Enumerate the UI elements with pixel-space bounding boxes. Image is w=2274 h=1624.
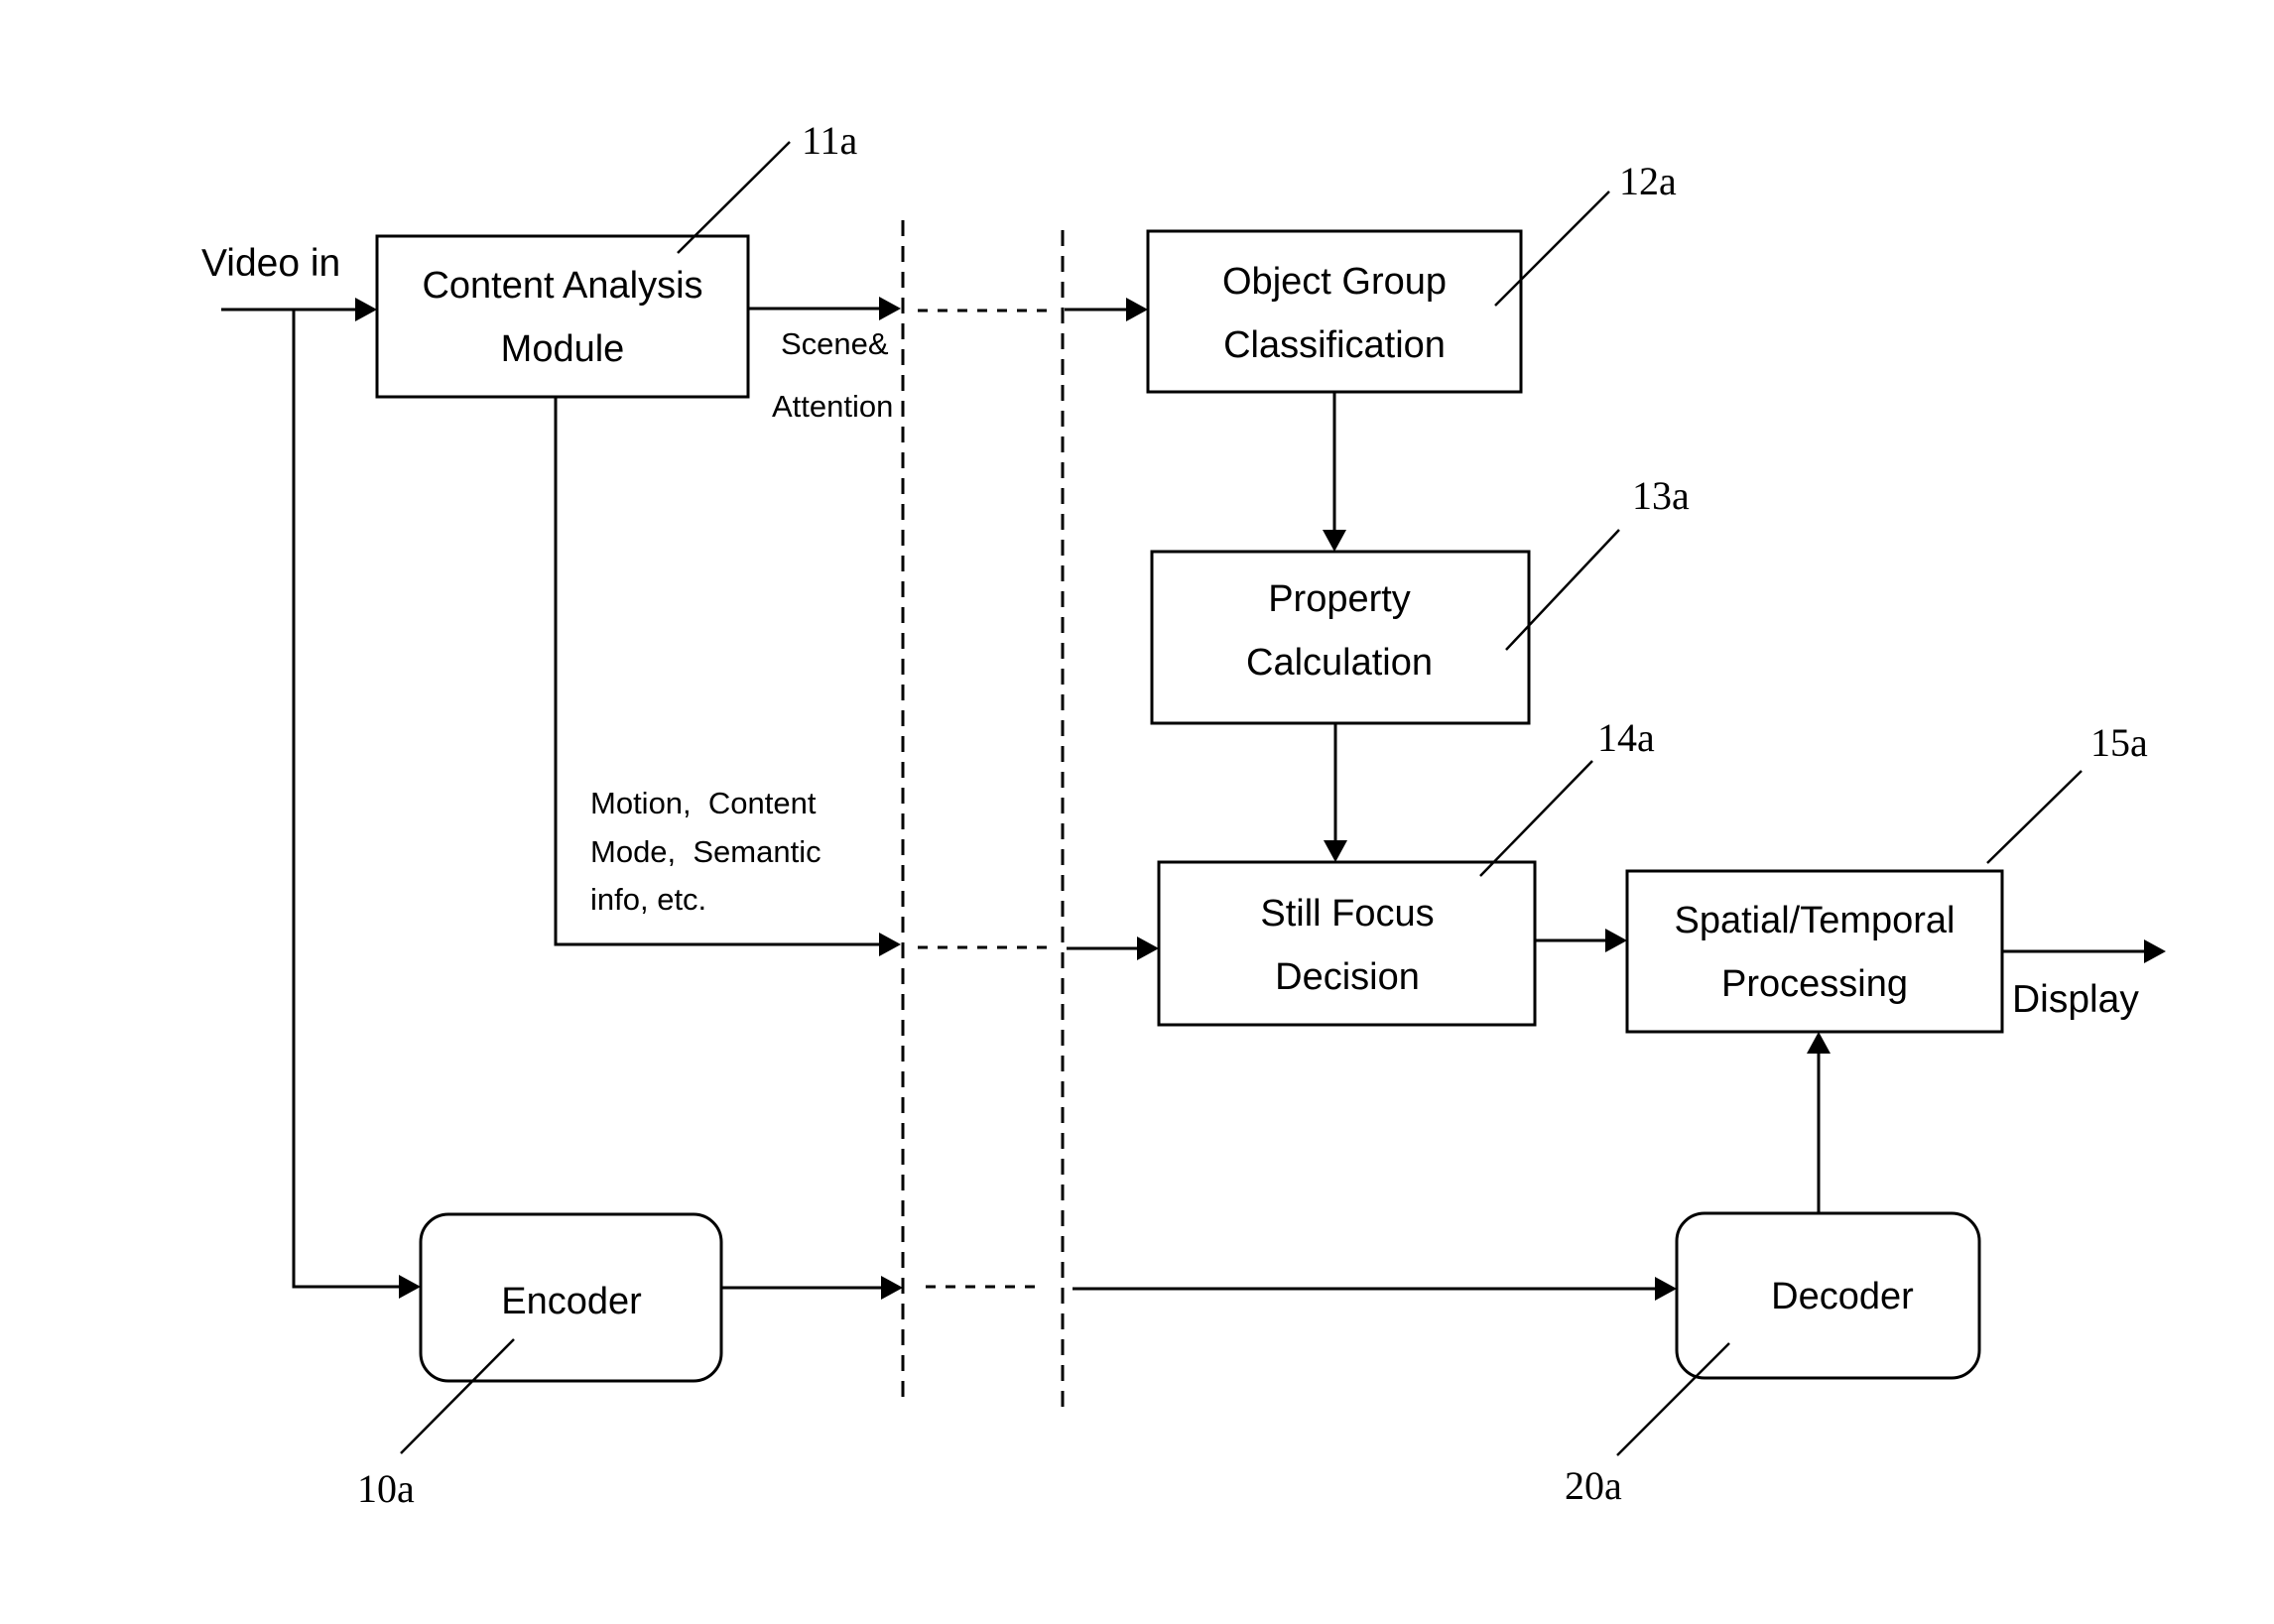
arrowhead-still-focus-top [1324, 840, 1347, 862]
block-still-focus-frame [1157, 860, 1537, 1027]
block-property-calc-line2: Calculation [1246, 642, 1433, 684]
video-in-label: Video in [201, 242, 340, 285]
edge-label-metadata-line2: Mode, Semantic [590, 834, 821, 869]
block-content-analysis-frame [375, 234, 750, 399]
block-encoder-label: Encoder [501, 1281, 642, 1322]
block-spatial-temporal: Spatial/Temporal Processing [1625, 869, 2004, 1034]
ref-label-12a: 12a [1619, 159, 1677, 203]
ref-label-20a: 20a [1565, 1463, 1622, 1508]
block-object-group-line2: Classification [1223, 324, 1446, 366]
arrowhead-decoder [1655, 1277, 1677, 1301]
block-content-analysis: Content Analysis Module [375, 234, 750, 399]
arrowhead-spatial-bottom [1807, 1032, 1831, 1054]
edge-label-attention: Attention [772, 389, 893, 424]
block-decoder-label: Decoder [1771, 1276, 1914, 1317]
block-encoder: Encoder [419, 1212, 723, 1383]
block-object-group-frame [1146, 229, 1523, 394]
edge-label-metadata-line3: info, etc. [590, 882, 706, 917]
ref-label-15a: 15a [2090, 720, 2148, 765]
arrowhead-scene-attention [879, 297, 901, 320]
ref-label-10a: 10a [357, 1466, 415, 1511]
block-spatial-temporal-line2: Processing [1721, 963, 1908, 1005]
ref-leader-15a [1986, 770, 2083, 864]
edge-label-scene: Scene& [781, 326, 889, 361]
block-diagram: Video in Content Analysis Module 11a Sce… [201, 118, 2166, 1511]
block-still-focus-line1: Still Focus [1260, 893, 1434, 935]
arrowhead-encoder-out [881, 1276, 903, 1300]
arrowhead-property [1323, 530, 1346, 552]
ref-leader-20a [1616, 1342, 1730, 1456]
block-content-analysis-line1: Content Analysis [422, 265, 702, 307]
block-decoder: Decoder [1675, 1211, 1981, 1380]
display-label: Display [2012, 978, 2139, 1021]
arrowhead-encoder [399, 1275, 421, 1299]
block-object-group: Object Group Classification [1146, 229, 1523, 394]
arrowhead-spatial-left [1605, 929, 1627, 952]
ref-label-14a: 14a [1597, 715, 1655, 760]
arrowhead-object-group [1126, 298, 1148, 321]
block-still-focus-line2: Decision [1275, 956, 1420, 998]
arrowhead-display [2144, 939, 2166, 963]
block-spatial-temporal-frame [1625, 869, 2004, 1034]
block-content-analysis-line2: Module [501, 328, 625, 370]
edge-input-to-encoder [292, 310, 399, 1289]
block-property-calc: Property Calculation [1150, 550, 1531, 725]
block-property-calc-frame [1150, 550, 1531, 725]
arrowhead-still-focus-left [1137, 937, 1159, 960]
edge-label-metadata-line1: Motion, Content [590, 786, 817, 820]
arrowhead-metadata [879, 933, 901, 956]
block-spatial-temporal-line1: Spatial/Temporal [1674, 900, 1955, 941]
ref-leader-14a [1479, 760, 1593, 877]
block-still-focus: Still Focus Decision [1157, 860, 1537, 1027]
ref-label-13a: 13a [1632, 473, 1690, 518]
block-property-calc-line1: Property [1268, 578, 1411, 620]
arrowhead-content-analysis [355, 298, 377, 321]
block-object-group-line1: Object Group [1222, 261, 1447, 303]
ref-label-11a: 11a [802, 118, 858, 163]
